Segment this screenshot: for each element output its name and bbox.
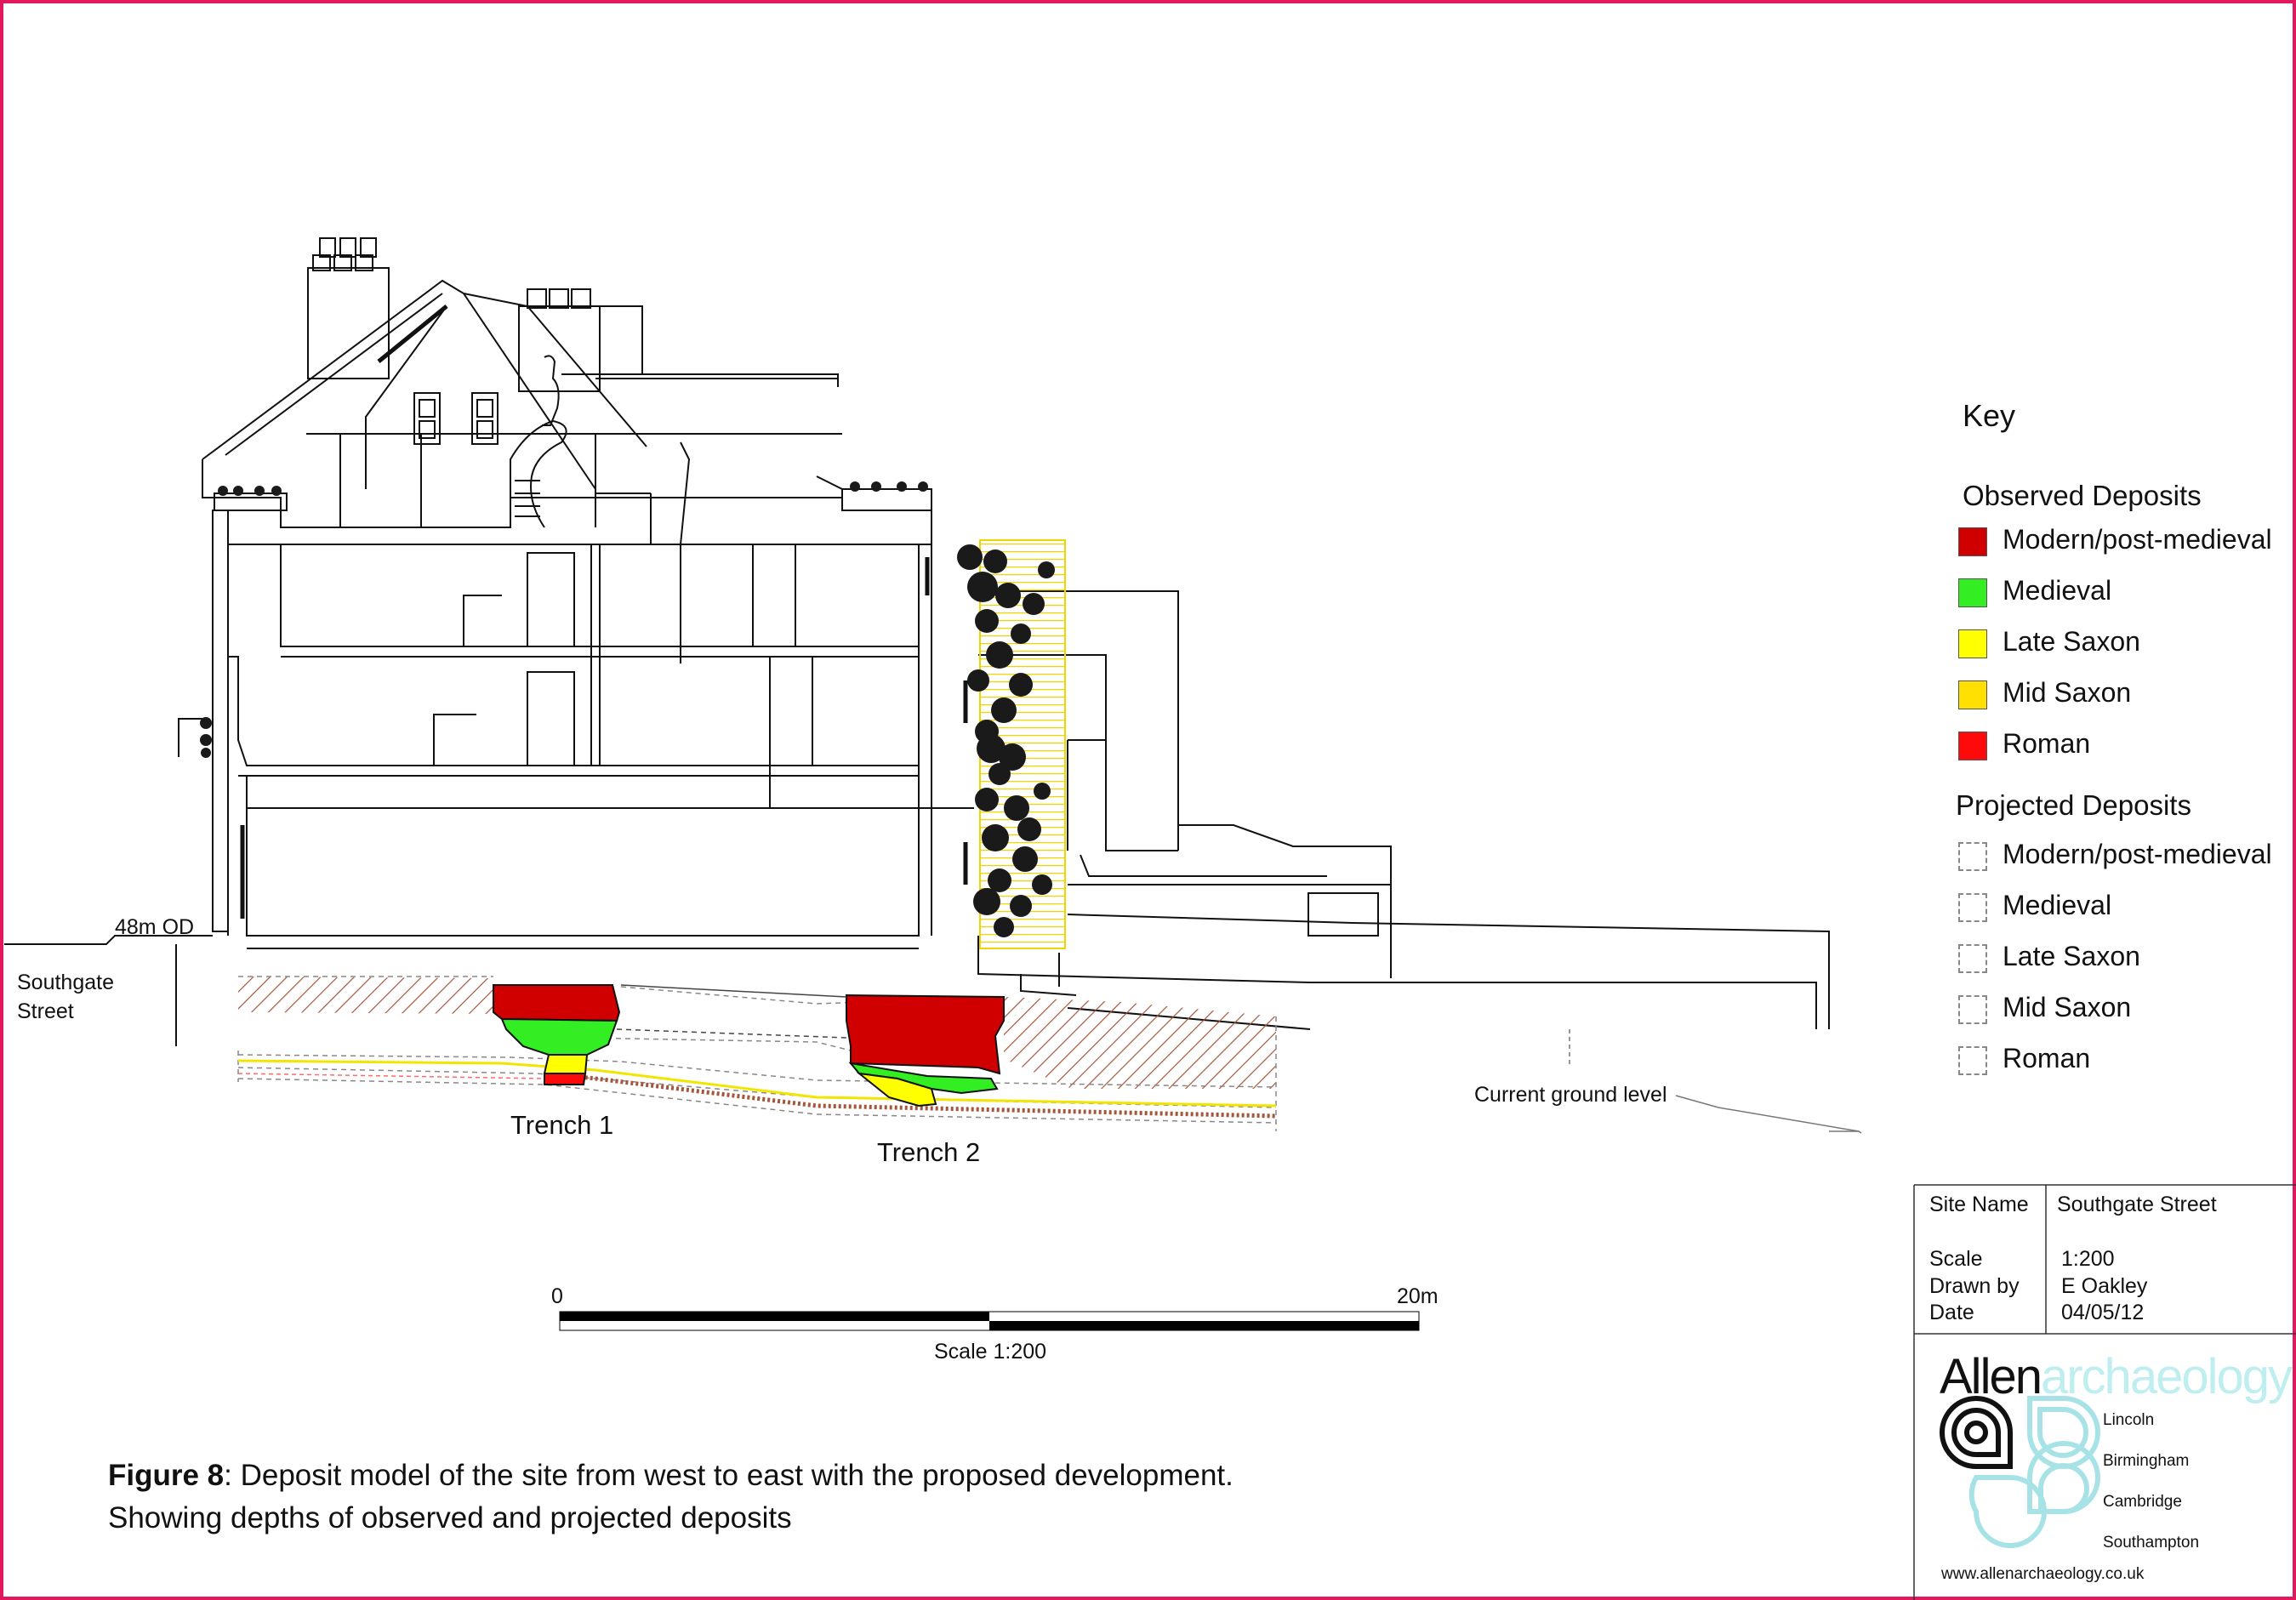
logo-word-light: archaeology [2040,1349,2293,1404]
date-value: 04/05/12 [2061,1301,2145,1324]
site-name-label: Site Name [1929,1193,2029,1216]
scale-value: 1:200 [2061,1247,2115,1271]
key-label: Mid Saxon [2003,992,2132,1022]
caption-line1-text: : Deposit model of the site from west to… [224,1459,1233,1492]
trench1-label: Trench 1 [510,1110,614,1140]
key-label: Medieval [2003,575,2112,606]
figure-caption: Figure 8: Deposit model of the site from… [108,1455,1233,1540]
key-label: Late Saxon [2003,626,2140,657]
scale-label: Scale [1929,1247,1983,1271]
trench2-label: Trench 2 [877,1137,981,1167]
key-label: Roman [2003,1043,2091,1073]
trench1-medieval [500,1017,618,1056]
caption-line1: Figure 8: Deposit model of the site from… [108,1455,1233,1497]
company-logo-wordmark: Allenarchaeology [1940,1348,2293,1405]
office-birmingham: Birmingham [2103,1452,2190,1470]
key-label: Modern/post-medieval [2003,839,2272,869]
logo-mark [1940,1395,2100,1548]
swatch-projected [1958,944,1987,973]
scale-bar [559,1311,1420,1331]
swatch-projected [1958,842,1987,871]
logo-word-dark: Allen [1940,1349,2042,1404]
projected-heading: Projected Deposits [1956,789,2191,821]
caption-line2: Showing depths of observed and projected… [108,1501,792,1535]
key-label: Mid Saxon [2003,677,2132,708]
key-title: Key [1963,398,2016,433]
key-label: Modern/post-medieval [2003,524,2272,555]
swatch-projected [1958,995,1987,1024]
swatch-late-saxon [1958,629,1987,658]
deposit-model [237,976,1277,1131]
swatch-projected [1958,893,1987,922]
trench2-modern [846,994,1005,1075]
drawn-by-label: Drawn by [1929,1274,2020,1298]
street-label-line1: Southgate [17,971,114,994]
street-label-line2: Street [17,999,74,1023]
office-lincoln: Lincoln [2103,1411,2155,1429]
scale-start-label: 0 [551,1284,563,1308]
scale-caption: Scale 1:200 [934,1340,1047,1364]
swatch-mid-saxon [1958,680,1987,709]
figure-sheet: 48m OD Southgate Street Trench 1 Trench … [0,0,2296,1600]
key-label: Late Saxon [2003,941,2140,971]
company-url: www.allenarchaeology.co.uk [1941,1565,2145,1583]
site-name-value: Southgate Street [2057,1193,2217,1216]
figure-number: Figure 8 [108,1459,225,1492]
trench1-roman [544,1073,587,1085]
trench1-late-saxon [543,1054,589,1074]
datum-label: 48m OD [115,915,195,939]
drawn-by-value: E Oakley [2061,1274,2148,1298]
observed-heading: Observed Deposits [1963,480,2202,511]
key-label: Roman [2003,728,2091,759]
swatch-projected [1958,1046,1987,1075]
swatch-roman [1958,732,1987,760]
swatch-medieval [1958,578,1987,607]
date-label: Date [1929,1301,1974,1324]
trench1-modern [493,984,621,1022]
planted-screen [200,481,1066,949]
office-cambridge: Cambridge [2103,1493,2182,1511]
office-southampton: Southampton [2103,1534,2200,1552]
building-section [4,237,1830,1046]
ground-level-label: Current ground level [1474,1083,1667,1107]
scale-end-label: 20m [1397,1284,1439,1308]
key-label: Medieval [2003,890,2112,920]
swatch-modern [1958,527,1987,556]
